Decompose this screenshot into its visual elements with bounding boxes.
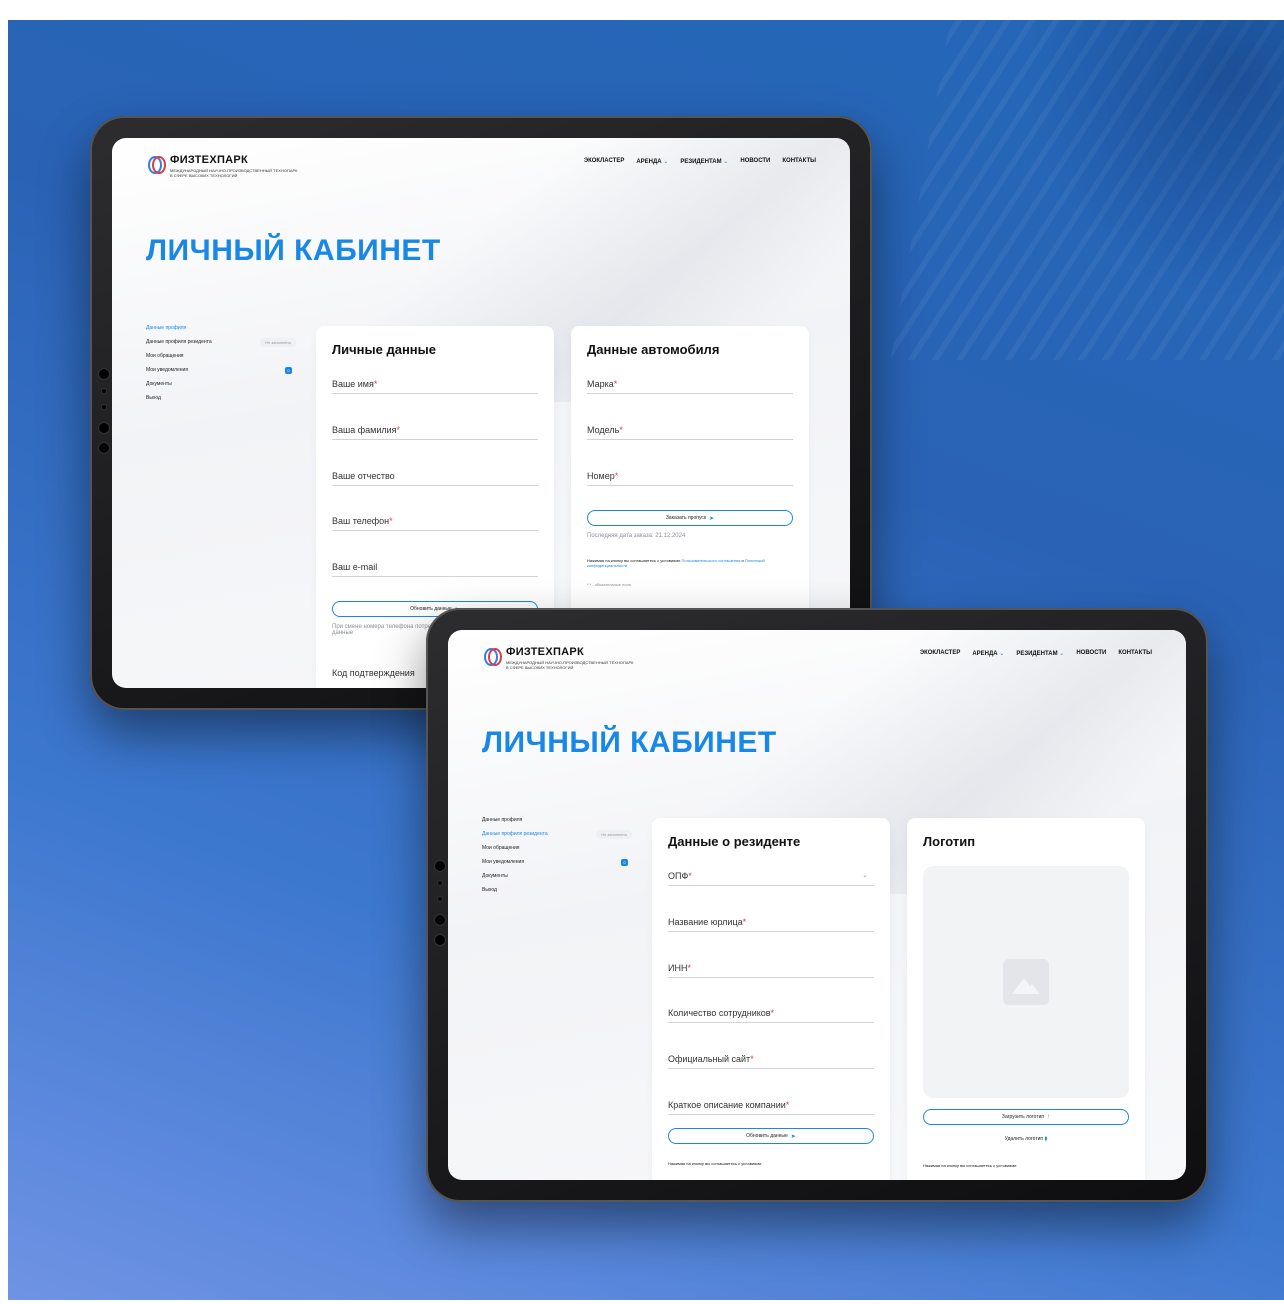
- notification-badge: 0: [621, 858, 628, 866]
- logo-name: ФИЗТЕХПАРК: [506, 646, 585, 658]
- arrow-right-icon: ➤: [709, 515, 715, 522]
- sidebar-item-notifications[interactable]: Мои уведомления 0: [146, 363, 296, 377]
- user-agreement-link[interactable]: Пользовательского соглашения: [681, 558, 740, 563]
- consent-text: Нажимая на кнопку вы соглашаетесь с усло…: [668, 1161, 762, 1166]
- camera-dot: [435, 915, 445, 925]
- website-field[interactable]: Официальный сайт *: [668, 1043, 874, 1069]
- employee-count-field[interactable]: Количество сотрудников *: [668, 997, 874, 1023]
- consent-text: Нажимая на кнопку вы соглашаетесь с усло…: [587, 558, 765, 568]
- page-title: ЛИЧНЫЙ КАБИНЕТ: [482, 726, 777, 759]
- nav-contacts[interactable]: КОНТАКТЫ: [1118, 650, 1152, 657]
- sidebar-item-requests[interactable]: Мои обращения: [146, 349, 296, 363]
- nav-rent[interactable]: АРЕНДА: [972, 650, 1004, 657]
- inn-field[interactable]: ИНН *: [668, 952, 874, 978]
- chevron-down-icon: ⌄: [862, 872, 868, 879]
- sidebar-item-documents[interactable]: Документы: [146, 377, 296, 391]
- card-title: Логотип: [923, 834, 976, 849]
- logo-tagline: МЕЖДУНАРОДНЫЙ НАУЧНО-ПРОИЗВОДСТВЕННЫЙ ТЕ…: [506, 660, 634, 670]
- sidebar-item-requests[interactable]: Мои обращения: [482, 841, 632, 855]
- card-title: Данные о резиденте: [668, 834, 801, 849]
- sensor-dot: [438, 881, 442, 885]
- nav-ecocluster[interactable]: ЭКОКЛАСТЕР: [584, 158, 625, 165]
- status-badge: Не заполнено: [596, 829, 632, 839]
- car-brand-field[interactable]: Марка *: [587, 368, 793, 394]
- required-fields-note: * * - обязательные поля: [587, 582, 631, 587]
- camera-dot: [99, 443, 109, 453]
- logo-card: Логотип Загрузить логотип ↑ Удалить логот…: [907, 818, 1145, 1180]
- last-order-date: Последняя дата заказа: 21.12.2024: [587, 533, 686, 539]
- last-name-field[interactable]: Ваша фамилия *: [332, 414, 538, 440]
- logo-mark-icon: [482, 646, 502, 666]
- camera-dot: [435, 935, 445, 945]
- email-field[interactable]: Ваш e-mail: [332, 551, 538, 577]
- nav-contacts[interactable]: КОНТАКТЫ: [782, 158, 816, 165]
- notification-badge: 0: [285, 366, 292, 374]
- site-logo[interactable]: ФИЗТЕХПАРК МЕЖДУНАРОДНЫЙ НАУЧНО-ПРОИЗВОД…: [482, 646, 636, 670]
- nav-ecocluster[interactable]: ЭКОКЛАСТЕР: [920, 650, 961, 657]
- site-logo[interactable]: ФИЗТЕХПАРК МЕЖДУНАРОДНЫЙ НАУЧНО-ПРОИЗВОД…: [146, 154, 300, 178]
- camera-dot: [435, 861, 445, 871]
- sidebar-item-documents[interactable]: Документы: [482, 869, 632, 883]
- order-pass-button[interactable]: Заказать пропуск ➤: [587, 510, 793, 526]
- update-data-button[interactable]: Обновить данные➤: [668, 1128, 874, 1144]
- upload-logo-button[interactable]: Загрузить логотип ↑: [923, 1109, 1129, 1125]
- upload-arrow-icon: ↑: [1047, 1114, 1051, 1120]
- car-model-field[interactable]: Модель *: [587, 414, 793, 440]
- company-name-field[interactable]: Название юрлица *: [668, 906, 874, 932]
- patronymic-field[interactable]: Ваше отчество: [332, 460, 538, 486]
- company-description-field[interactable]: Краткое описание компании *: [668, 1089, 874, 1115]
- first-name-field[interactable]: Ваше имя *: [332, 368, 538, 394]
- logo-tagline: МЕЖДУНАРОДНЫЙ НАУЧНО-ПРОИЗВОДСТВЕННЫЙ ТЕ…: [170, 168, 298, 178]
- phone-field[interactable]: Ваш телефон *: [332, 505, 538, 531]
- main-nav: ЭКОКЛАСТЕР АРЕНДА РЕЗИДЕНТАМ НОВОСТИ КОН…: [920, 650, 1152, 657]
- logo-preview[interactable]: [923, 866, 1129, 1098]
- sidebar-item-logout[interactable]: Выход: [146, 391, 296, 405]
- consent-text: Нажимая на кнопку вы соглашаетесь с усло…: [923, 1163, 1017, 1168]
- nav-rent[interactable]: АРЕНДА: [636, 158, 668, 165]
- card-title: Данные автомобиля: [587, 342, 720, 357]
- nav-residents[interactable]: РЕЗИДЕНТАМ: [680, 158, 728, 165]
- camera-dot: [99, 369, 109, 379]
- sidebar-item-resident-profile[interactable]: Данные профиля резидента Не заполнено: [482, 827, 632, 841]
- logo-name: ФИЗТЕХПАРК: [170, 154, 249, 166]
- tablet-screen: ФИЗТЕХПАРК МЕЖДУНАРОДНЫЙ НАУЧНО-ПРОИЗВОД…: [112, 138, 850, 688]
- resident-data-card: Данные о резиденте ОПФ * ⌄ Название юрлица…: [652, 818, 890, 1180]
- tablet-screen: ФИЗТЕХПАРК МЕЖДУНАРОДНЫЙ НАУЧНО-ПРОИЗВОД…: [448, 630, 1186, 1180]
- card-title: Личные данные: [332, 342, 436, 357]
- camera-dot: [99, 423, 109, 433]
- image-placeholder-icon: [1003, 959, 1049, 1005]
- sidebar: Данные профиля Данные профиля резидента Н…: [146, 321, 296, 405]
- sidebar-item-notifications[interactable]: Мои уведомления 0: [482, 855, 632, 869]
- sensor-dot: [438, 897, 442, 901]
- car-number-field[interactable]: Номер *: [587, 460, 793, 486]
- nav-news[interactable]: НОВОСТИ: [1076, 650, 1106, 657]
- arrow-right-icon: ➤: [790, 1133, 796, 1140]
- sensor-dot: [102, 389, 106, 393]
- page-title: ЛИЧНЫЙ КАБИНЕТ: [146, 234, 441, 267]
- status-badge: Не заполнено: [260, 337, 296, 347]
- legal-form-select[interactable]: ОПФ * ⌄: [668, 860, 874, 886]
- logo-mark-icon: [146, 154, 166, 174]
- nav-news[interactable]: НОВОСТИ: [740, 158, 770, 165]
- tablet-front: ФИЗТЕХПАРК МЕЖДУНАРОДНЫЙ НАУЧНО-ПРОИЗВОД…: [426, 608, 1208, 1202]
- sidebar-item-profile[interactable]: Данные профиля: [482, 813, 632, 827]
- sensor-dot: [102, 405, 106, 409]
- sidebar-item-resident-profile[interactable]: Данные профиля резидента Не заполнено: [146, 335, 296, 349]
- promo-background: ФИЗТЕХПАРК МЕЖДУНАРОДНЫЙ НАУЧНО-ПРОИЗВОД…: [8, 20, 1284, 1300]
- delete-logo-link[interactable]: Удалить логотип ▮: [923, 1136, 1129, 1142]
- sidebar: Данные профиля Данные профиля резидента Н…: [482, 813, 632, 897]
- main-nav: ЭКОКЛАСТЕР АРЕНДА РЕЗИДЕНТАМ НОВОСТИ КОН…: [584, 158, 816, 165]
- trash-icon: ▮: [1044, 1136, 1048, 1142]
- nav-residents[interactable]: РЕЗИДЕНТАМ: [1016, 650, 1064, 657]
- sidebar-item-profile[interactable]: Данные профиля: [146, 321, 296, 335]
- sidebar-item-logout[interactable]: Выход: [482, 883, 632, 897]
